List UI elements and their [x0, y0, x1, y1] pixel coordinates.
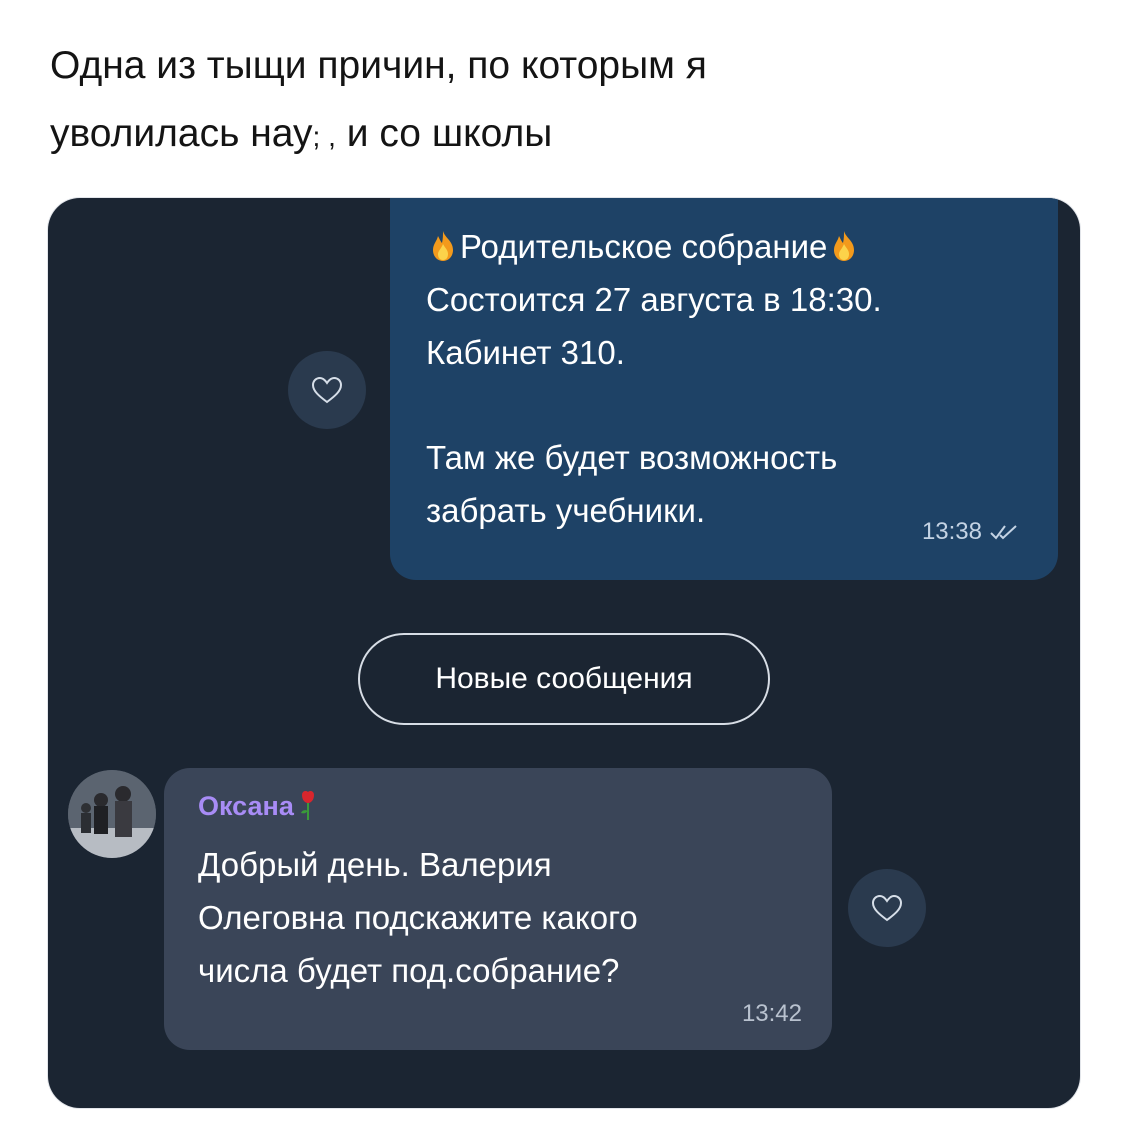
outgoing-title-line: Родительское собрание — [426, 220, 1028, 273]
caption-line-1: Одна из тыщи причин, по которым я — [50, 44, 707, 87]
outgoing-reaction-button[interactable] — [288, 351, 366, 429]
outgoing-message-bubble[interactable]: Родительское собрание Состоится 27 авгус… — [390, 198, 1058, 580]
outgoing-title: Родительское собрание — [460, 228, 828, 265]
caption-line-2-glyphs: ; , — [312, 121, 336, 152]
incoming-message-text: Добрый день. Валерия Олеговна подскажите… — [198, 838, 802, 997]
sender-name-line: Оксана — [198, 784, 802, 828]
avatar-photo — [68, 770, 156, 858]
outgoing-timestamp: 13:38 — [922, 505, 1018, 558]
incoming-line-3: числа будет под.собрание? — [198, 952, 620, 989]
sender-name[interactable]: Оксана — [198, 791, 294, 821]
post-caption: Одна из тыщи причин, по которым я уволил… — [50, 32, 1090, 171]
sender-avatar[interactable] — [68, 770, 156, 858]
incoming-message-bubble[interactable]: Оксана Добрый день. Валерия Олеговна под… — [164, 768, 832, 1050]
chat-screenshot: Родительское собрание Состоится 27 авгус… — [48, 198, 1080, 1108]
fire-emoji-icon — [433, 231, 453, 261]
rose-emoji-icon — [300, 791, 314, 820]
double-check-icon — [990, 525, 1017, 540]
caption-line-2: уволилась нау; , и со школы — [50, 100, 1090, 171]
fire-emoji-icon — [834, 231, 855, 261]
heart-outline-icon — [871, 894, 903, 922]
new-messages-divider: Новые сообщения — [358, 633, 770, 725]
incoming-timestamp: 13:42 — [741, 1000, 802, 1027]
incoming-reaction-button[interactable] — [848, 869, 926, 947]
incoming-line-2: Олеговна подскажите какого — [198, 899, 638, 936]
outgoing-line-4: Там же будет возможность — [426, 439, 838, 476]
heart-outline-icon — [311, 376, 343, 404]
caption-line-2-start: уволилась нау — [50, 112, 313, 155]
outgoing-line-2: Состоится 27 августа в 18:30. — [426, 281, 882, 318]
caption-line-2-end: и со школы — [346, 112, 553, 155]
outgoing-line-3: Кабинет 310. — [426, 334, 625, 371]
outgoing-time: 13:38 — [921, 518, 982, 545]
incoming-line-1: Добрый день. Валерия — [198, 846, 552, 883]
